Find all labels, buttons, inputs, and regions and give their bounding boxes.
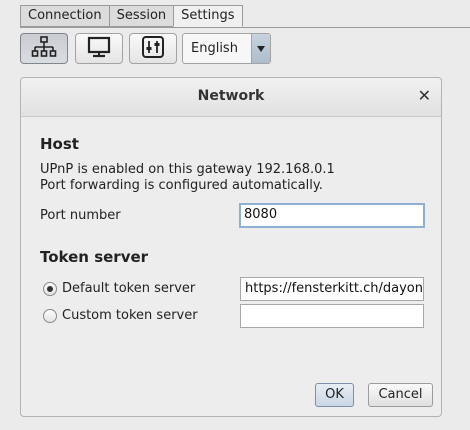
ok-button[interactable]: OK: [315, 383, 354, 407]
tab-connection[interactable]: Connection: [20, 5, 110, 27]
port-forwarding-text: Port forwarding is configured automatica…: [40, 178, 323, 193]
network-icon: [31, 35, 57, 62]
host-heading: Host: [40, 135, 79, 153]
custom-token-server-input[interactable]: [240, 304, 424, 328]
default-token-server-field: https://fensterkitt.ch/dayon/: [240, 277, 424, 301]
tab-bar: Connection Session Settings: [20, 5, 243, 27]
screen-settings-button[interactable]: [75, 33, 123, 64]
tab-session[interactable]: Session: [108, 5, 175, 27]
language-select[interactable]: English: [182, 33, 271, 64]
default-token-server-radio[interactable]: [43, 282, 57, 296]
close-icon[interactable]: ✕: [418, 86, 431, 105]
port-number-label: Port number: [40, 208, 121, 223]
custom-token-server-radio[interactable]: [43, 309, 57, 323]
preferences-button[interactable]: [129, 33, 177, 64]
sliders-icon: [141, 35, 165, 63]
custom-token-server-label: Custom token server: [62, 308, 198, 323]
tab-divider: [20, 27, 470, 28]
cancel-button[interactable]: Cancel: [368, 383, 433, 407]
default-token-server-label: Default token server: [62, 281, 196, 296]
radio-selected-dot: [47, 286, 53, 292]
port-number-input[interactable]: 8080: [239, 203, 425, 228]
language-value: English: [191, 41, 238, 56]
upnp-status-text: UPnP is enabled on this gateway 192.168.…: [40, 162, 335, 177]
dialog-titlebar: Network ✕: [21, 78, 441, 117]
tab-settings[interactable]: Settings: [173, 5, 243, 27]
dialog-title: Network: [197, 88, 265, 104]
network-dialog: Network ✕ Host UPnP is enabled on this g…: [20, 77, 442, 417]
network-settings-button[interactable]: [20, 33, 68, 64]
chevron-down-icon[interactable]: [251, 34, 270, 63]
monitor-icon: [86, 36, 112, 62]
token-server-heading: Token server: [40, 248, 149, 266]
